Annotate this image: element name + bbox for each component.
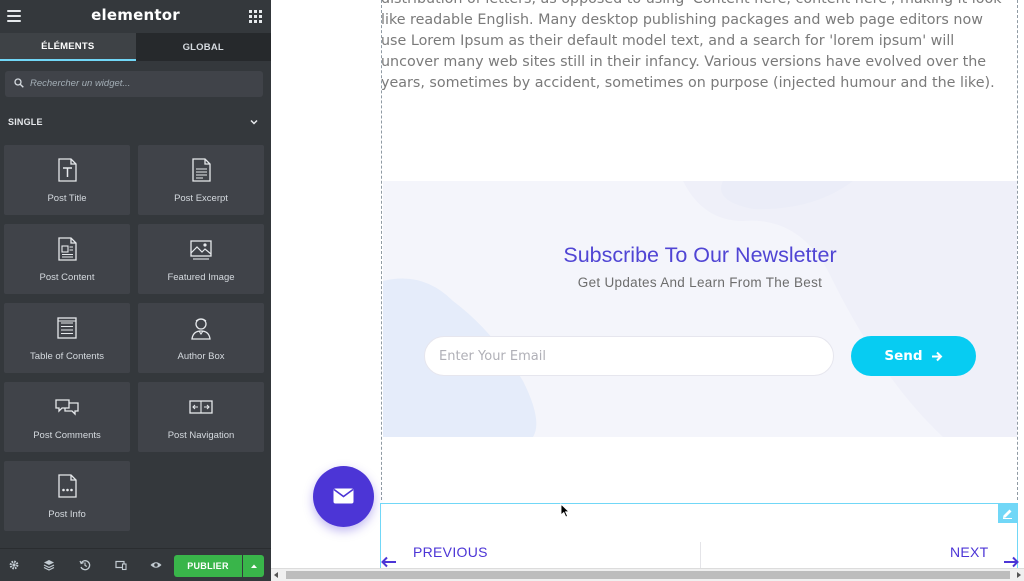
category-title[interactable]: SINGLE — [8, 117, 43, 127]
elementor-editor: elementor ÉLÉMENTS GLOBAL Rechercher un … — [0, 0, 1024, 581]
section-guide-right — [1017, 0, 1018, 500]
post-navigation-icon — [189, 400, 213, 414]
arrow-left-icon[interactable] — [381, 556, 397, 568]
widget-table-of-contents[interactable]: Table of Contents — [4, 303, 130, 373]
elementor-logo: elementor — [91, 6, 180, 24]
post-comments-icon — [55, 399, 79, 416]
widget-featured-image[interactable]: Featured Image — [138, 224, 264, 294]
newsletter-section[interactable]: Subscribe To Our Newsletter Get Updates … — [383, 181, 1017, 437]
scroll-left-icon[interactable] — [274, 572, 278, 578]
publish-button[interactable]: PUBLIER — [174, 555, 242, 577]
widget-label: Author Box — [177, 351, 225, 362]
widget-label: Post Info — [48, 509, 86, 520]
post-title-icon — [58, 158, 77, 182]
next-post-link[interactable]: NEXT — [950, 544, 989, 560]
tab-elements[interactable]: ÉLÉMENTS — [0, 33, 136, 61]
featured-image-icon — [190, 240, 212, 260]
widget-label: Featured Image — [167, 272, 235, 283]
widget-search-input[interactable]: Rechercher un widget... — [5, 71, 263, 97]
widget-author-box[interactable]: Author Box — [138, 303, 264, 373]
scrollbar-thumb[interactable] — [286, 571, 1010, 579]
publish-options-button[interactable] — [243, 555, 264, 577]
author-box-icon — [191, 318, 211, 340]
mouse-cursor-icon — [560, 503, 570, 518]
post-info-icon — [58, 474, 77, 498]
arrow-right-icon[interactable] — [1003, 556, 1019, 568]
settings-icon[interactable] — [8, 559, 20, 571]
previous-post-link[interactable]: PREVIOUS — [413, 544, 488, 560]
scroll-right-icon[interactable] — [1017, 572, 1021, 578]
navigator-icon[interactable] — [43, 559, 55, 571]
arrow-right-icon — [931, 351, 942, 361]
widget-post-excerpt[interactable]: Post Excerpt — [138, 145, 264, 215]
email-field[interactable]: Enter Your Email — [424, 336, 834, 376]
widget-post-navigation[interactable]: Post Navigation — [138, 382, 264, 452]
responsive-icon[interactable] — [115, 559, 127, 571]
send-button[interactable]: Send — [851, 336, 976, 376]
mail-icon — [333, 488, 354, 504]
widget-label: Post Excerpt — [174, 193, 228, 204]
widget-label: Post Title — [47, 193, 87, 204]
widget-post-info[interactable]: Post Info — [4, 461, 130, 531]
widget-label: Post Navigation — [167, 430, 235, 441]
preview-icon[interactable] — [150, 559, 162, 571]
body-paragraph[interactable]: distribution of letters, as opposed to u… — [381, 0, 1011, 94]
contact-fab[interactable] — [313, 466, 374, 527]
table-of-contents-icon — [57, 317, 77, 339]
panel-tabs: ÉLÉMENTS GLOBAL — [0, 33, 271, 61]
chevron-down-icon[interactable] — [249, 117, 259, 127]
widget-post-title[interactable]: Post Title — [4, 145, 130, 215]
horizontal-scrollbar[interactable] — [271, 568, 1024, 581]
caret-up-icon — [250, 564, 257, 568]
widget-label: Table of Contents — [30, 351, 104, 362]
search-placeholder: Rechercher un widget... — [30, 78, 131, 89]
history-icon[interactable] — [79, 559, 91, 571]
decorative-blobs — [383, 181, 1017, 437]
editor-panel: elementor ÉLÉMENTS GLOBAL Rechercher un … — [0, 0, 271, 581]
post-excerpt-icon — [192, 158, 211, 182]
edit-section-handle[interactable] — [998, 504, 1017, 523]
tab-global[interactable]: GLOBAL — [135, 33, 271, 61]
widget-label: Post Content — [39, 272, 95, 283]
newsletter-subtitle: Get Updates And Learn From The Best — [577, 275, 823, 290]
pencil-icon — [1003, 509, 1012, 519]
newsletter-title: Subscribe To Our Newsletter — [563, 243, 837, 267]
panel-footer: PUBLIER — [0, 548, 271, 581]
widget-post-comments[interactable]: Post Comments — [4, 382, 130, 452]
send-button-label: Send — [884, 348, 923, 364]
widget-post-content[interactable]: Post Content — [4, 224, 130, 294]
widget-label: Post Comments — [33, 430, 101, 441]
post-content-icon — [58, 237, 77, 261]
search-icon — [14, 78, 24, 88]
widgets-grid-icon[interactable] — [249, 10, 262, 23]
panel-header: elementor — [0, 0, 271, 33]
